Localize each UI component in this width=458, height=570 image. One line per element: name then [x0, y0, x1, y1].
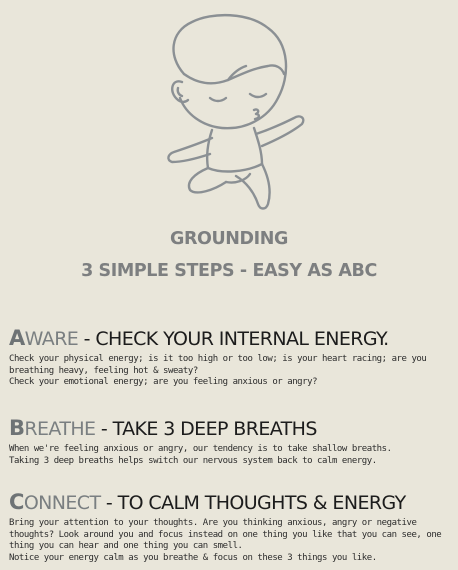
body-line: Notice your energy calm as you breathe &…	[9, 552, 377, 563]
section-heading: CONNECT - TO CALM THOUGHTS & ENERGY	[9, 490, 452, 515]
section-heading: BREATHE - TAKE 3 DEEP BREATHS	[9, 416, 452, 441]
section-breathe: BREATHE - TAKE 3 DEEP BREATHS When we're…	[9, 416, 452, 467]
heading-rest: - CHECK YOUR INTERNAL ENERGY.	[78, 328, 390, 350]
body-line: When we're feeling anxious or angry, our…	[9, 444, 392, 454]
body-line: Check your physical energy; is it too hi…	[9, 354, 427, 376]
left-arm	[167, 136, 214, 164]
lead-word: REATHE	[24, 418, 96, 440]
lead-letter: A	[9, 326, 25, 350]
closed-eye-left	[208, 96, 228, 103]
section-aware: AWARE - CHECK YOUR INTERNAL ENERGY. Chec…	[9, 326, 452, 389]
body-line: Bring your attention to your thoughts. A…	[9, 518, 442, 551]
mouth	[252, 108, 261, 121]
heading-rest: - TAKE 3 DEEP BREATHS	[95, 418, 318, 440]
page-subtitle: 3 SIMPLE STEPS - EASY AS ABC	[81, 261, 377, 281]
right-arm	[254, 115, 305, 148]
meditating-child-icon	[167, 13, 305, 210]
lead-word: WARE	[24, 328, 79, 350]
lead-letter: C	[9, 490, 24, 514]
heading-rest: - TO CALM THOUGHTS & ENERGY	[100, 492, 406, 514]
lead-letter: B	[9, 416, 25, 440]
section-body: Check your physical energy; is it too hi…	[9, 354, 452, 389]
lead-word: ONNECT	[23, 492, 101, 514]
title-block: GROUNDING 3 SIMPLE STEPS - EASY AS ABC	[0, 226, 458, 284]
page-title: GROUNDING	[169, 229, 289, 249]
section-connect: CONNECT - TO CALM THOUGHTS & ENERGY Brin…	[9, 490, 452, 564]
head-outline	[172, 13, 288, 130]
body-line: Check your emotional energy; are you fee…	[9, 377, 318, 387]
section-heading: AWARE - CHECK YOUR INTERNAL ENERGY.	[9, 326, 452, 351]
closed-eye-right	[248, 92, 268, 99]
section-body: When we're feeling anxious or angry, our…	[9, 444, 452, 467]
body-line: Taking 3 deep breaths helps switch our n…	[9, 455, 377, 466]
section-body: Bring your attention to your thoughts. A…	[9, 518, 452, 564]
